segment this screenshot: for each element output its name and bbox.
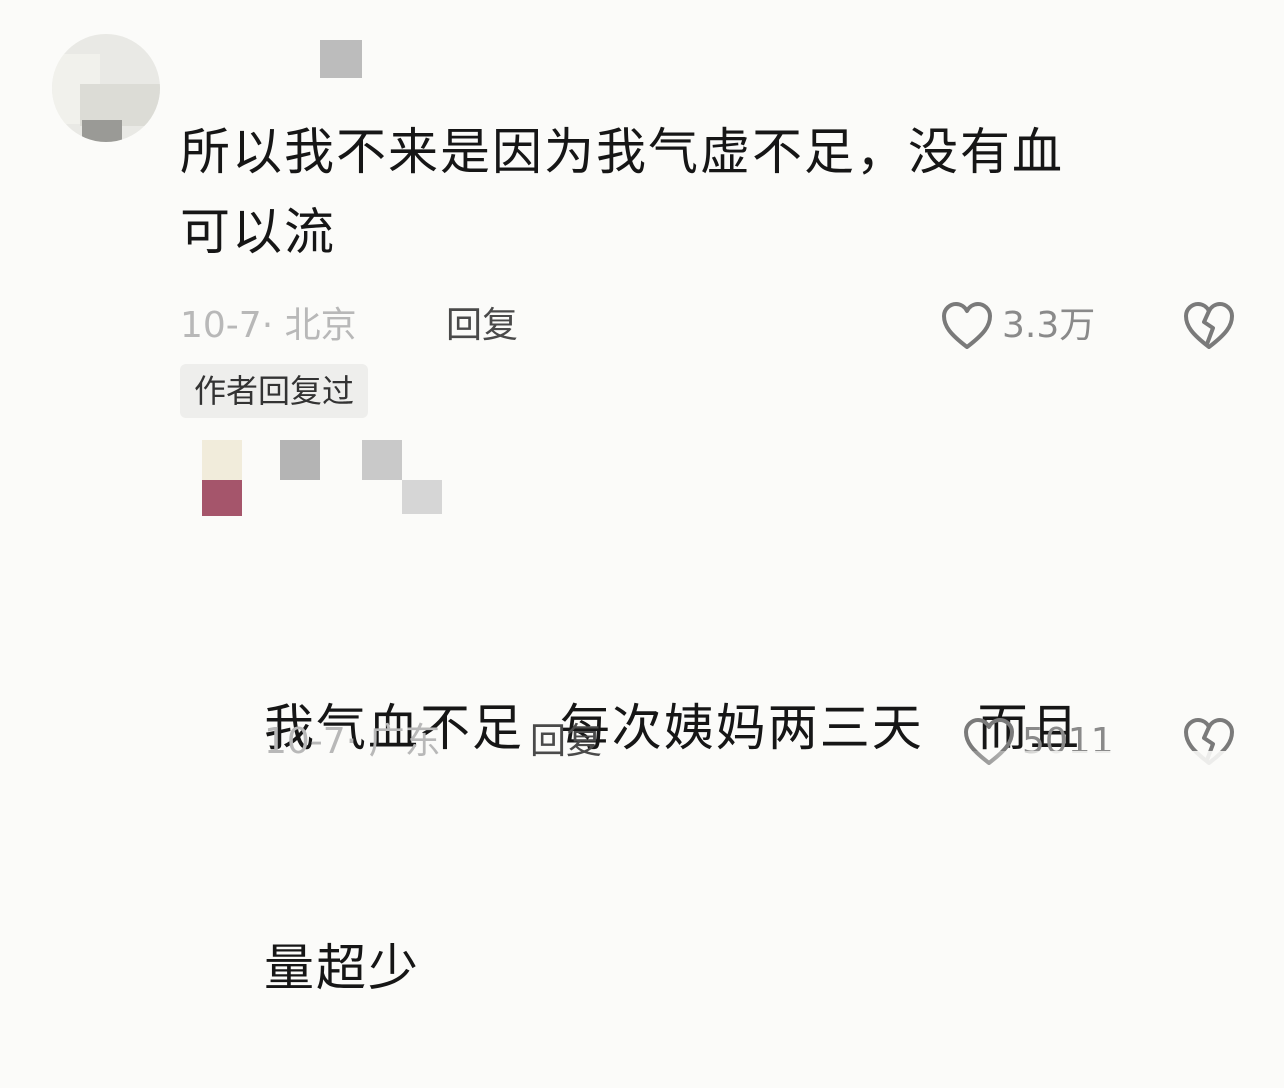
comment-date-location: 10-7· 北京 <box>180 305 357 346</box>
reply-avatar[interactable] <box>202 440 242 480</box>
comment-text: 所以我不来是因为我气虚不足，没有血 可以流 <box>180 112 1260 272</box>
heart-outline-icon <box>942 302 992 349</box>
author-replied-badge: 作者回复过 <box>180 364 369 418</box>
username-mosaic <box>320 40 362 78</box>
reply-avatar-mosaic <box>202 480 242 516</box>
like-button[interactable] <box>940 300 994 352</box>
reply-text: 我气血不足 每次姨妈两三天 而且 量超少 <box>264 528 1264 1088</box>
reply-button[interactable]: 回复 <box>446 304 518 348</box>
username-mosaic <box>362 440 402 480</box>
username-mosaic <box>402 480 442 514</box>
comment-text-line: 所以我不来是因为我气虚不足，没有血 <box>180 123 1064 181</box>
reply-text-line: 量超少 <box>264 939 420 997</box>
reply-button[interactable]: 回复 <box>530 720 602 764</box>
like-count: 3.3万 <box>1002 305 1096 346</box>
comment-text-line: 可以流 <box>180 203 336 261</box>
commenter-avatar[interactable] <box>52 34 160 142</box>
watermark-overlay <box>956 751 1276 803</box>
username-mosaic <box>280 440 320 480</box>
dislike-button[interactable] <box>1182 300 1236 352</box>
reply-date-location: 10-7· 广东 <box>264 721 441 762</box>
broken-heart-icon <box>1184 302 1234 349</box>
avatar-mosaic <box>82 120 122 142</box>
